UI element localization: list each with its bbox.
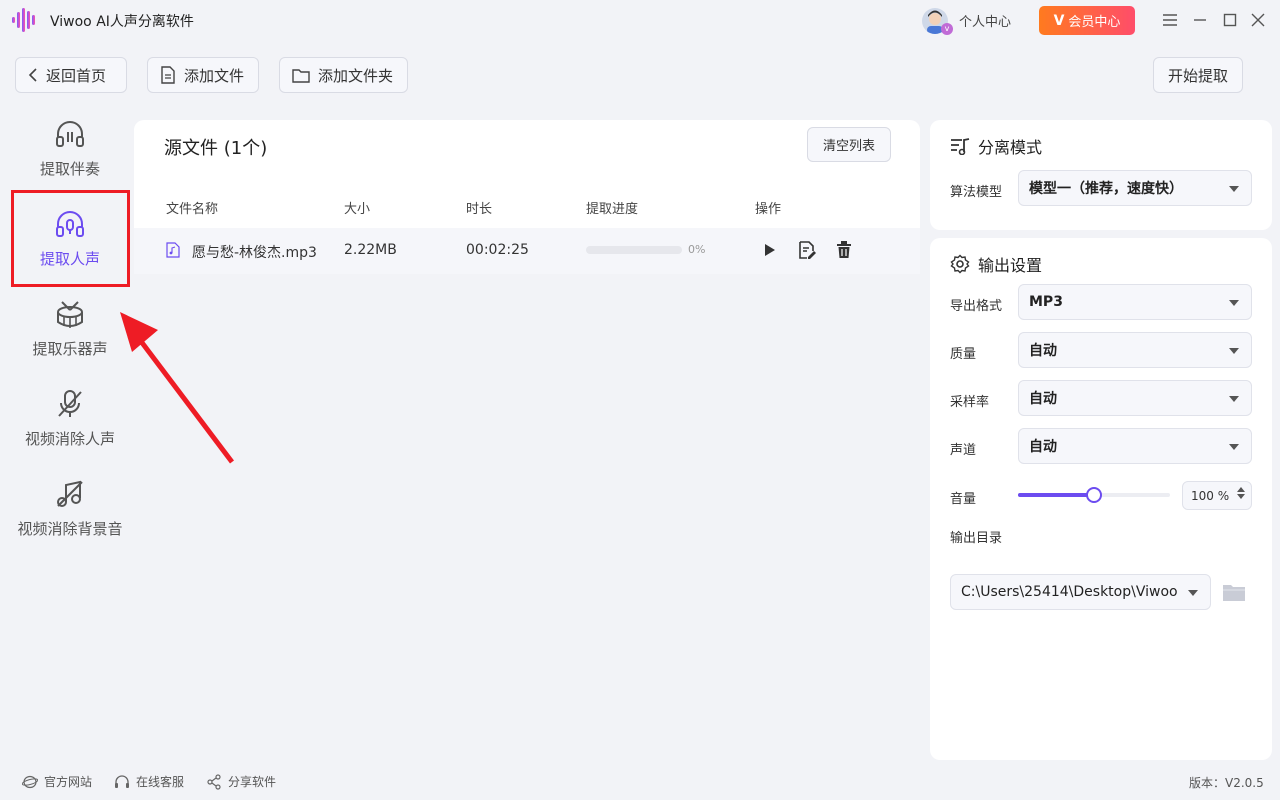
add-folder-button[interactable]: 添加文件夹 — [279, 57, 408, 93]
sidebar-item-label: 视频消除背景音 — [17, 520, 123, 538]
play-icon[interactable] — [760, 240, 780, 260]
column-name: 文件名称 — [166, 202, 219, 217]
chevron-left-icon — [28, 68, 37, 82]
delete-icon[interactable] — [834, 240, 854, 260]
channel-label: 声道 — [950, 443, 977, 458]
output-dir-select[interactable]: C:\Users\25414\Desktop\Viwoo — [950, 574, 1211, 610]
model-select[interactable]: 模型一（推荐，速度快） — [1018, 170, 1252, 206]
back-home-button[interactable]: 返回首页 — [15, 57, 127, 93]
column-progress: 提取进度 — [586, 202, 639, 217]
music-list-icon — [951, 138, 970, 155]
channel-select[interactable]: 自动 — [1018, 428, 1252, 464]
sidebar-item-label: 提取乐器声 — [32, 340, 108, 358]
file-duration: 00:02:25 — [466, 242, 529, 258]
edit-file-icon[interactable] — [797, 240, 817, 260]
official-website-label: 官方网站 — [44, 775, 93, 789]
separation-mode-title: 分离模式 — [950, 134, 1042, 158]
separation-mode-label: 分离模式 — [978, 138, 1043, 157]
column-duration: 时长 — [466, 202, 493, 217]
version-text: 版本：V2.0.5 — [1189, 776, 1264, 790]
sample-rate-select[interactable]: 自动 — [1018, 380, 1252, 416]
sidebar-item-video-remove-background[interactable]: 视频消除背景音 — [0, 472, 140, 562]
share-software-label: 分享软件 — [228, 775, 277, 789]
file-size: 2.22MB — [344, 242, 397, 258]
audio-file-icon — [166, 242, 180, 262]
online-support-label: 在线客服 — [136, 775, 185, 789]
quality-value: 自动 — [1029, 343, 1057, 359]
chevron-down-icon — [1229, 348, 1239, 354]
vip-v-icon: V — [1053, 12, 1065, 29]
sidebar-item-label: 视频消除人声 — [24, 430, 115, 448]
online-support-link[interactable]: 在线客服 — [114, 773, 184, 790]
model-label: 算法模型 — [950, 185, 1003, 200]
share-icon — [207, 773, 221, 790]
volume-value: 100 % — [1191, 488, 1230, 503]
format-select[interactable]: MP3 — [1018, 284, 1252, 320]
music-off-icon — [57, 480, 83, 507]
quality-select[interactable]: 自动 — [1018, 332, 1252, 368]
column-size: 大小 — [344, 202, 371, 217]
start-extract-label: 开始提取 — [1167, 66, 1228, 85]
mic-off-icon — [58, 390, 82, 417]
output-dir-label: 输出目录 — [950, 531, 1003, 546]
app-logo-icon — [10, 6, 40, 34]
add-file-label: 添加文件 — [184, 66, 245, 85]
maximize-icon[interactable] — [1220, 10, 1240, 30]
output-settings-label: 输出设置 — [978, 256, 1043, 275]
globe-icon — [22, 775, 38, 788]
chevron-down-icon — [1229, 396, 1239, 402]
annotation-arrow-icon — [120, 312, 234, 464]
add-folder-label: 添加文件夹 — [318, 66, 394, 85]
drum-icon — [57, 301, 83, 328]
back-home-label: 返回首页 — [46, 66, 107, 85]
format-label: 导出格式 — [950, 299, 1003, 314]
volume-stepper[interactable]: 100 % — [1182, 481, 1252, 510]
progress-bar — [586, 246, 682, 254]
user-center-link[interactable]: 个人中心 — [959, 11, 1011, 30]
sample-rate-value: 自动 — [1029, 391, 1057, 407]
volume-slider-fill — [1018, 493, 1094, 497]
chevron-down-icon — [1229, 300, 1239, 306]
headphones-icon — [56, 121, 84, 147]
chevron-down-icon — [1229, 444, 1239, 450]
sidebar-item-extract-accompaniment[interactable]: 提取伴奏 — [0, 112, 140, 202]
minimize-icon[interactable] — [1190, 10, 1210, 30]
close-icon[interactable] — [1248, 10, 1268, 30]
spinner-icon[interactable] — [1237, 487, 1245, 499]
column-actions: 操作 — [755, 202, 782, 217]
vip-center-label: 会员中心 — [1068, 15, 1121, 30]
chevron-down-icon — [1229, 186, 1239, 192]
volume-slider-thumb[interactable] — [1086, 487, 1102, 503]
file-name: 愿与愁-林俊杰.mp3 — [192, 245, 317, 261]
vip-badge: v — [941, 23, 953, 35]
menu-icon[interactable] — [1160, 10, 1180, 30]
chevron-down-icon — [1188, 590, 1198, 596]
output-settings-title: 输出设置 — [950, 252, 1042, 276]
share-software-link[interactable]: 分享软件 — [206, 773, 276, 790]
model-value: 模型一（推荐，速度快） — [1029, 181, 1183, 197]
progress-percent: 0% — [688, 243, 706, 256]
quality-label: 质量 — [950, 347, 977, 362]
highlight-box — [11, 190, 130, 287]
file-icon — [161, 66, 175, 84]
headset-icon — [115, 774, 129, 788]
channel-value: 自动 — [1029, 439, 1057, 455]
start-extract-button[interactable]: 开始提取 — [1153, 57, 1243, 93]
folder-icon — [292, 69, 310, 83]
volume-label: 音量 — [950, 492, 977, 507]
clear-list-button[interactable]: 清空列表 — [807, 127, 891, 162]
app-title: Viwoo AI人声分离软件 — [50, 14, 194, 30]
sample-rate-label: 采样率 — [950, 395, 990, 410]
add-file-button[interactable]: 添加文件 — [147, 57, 259, 93]
format-value: MP3 — [1029, 294, 1063, 310]
source-files-title: 源文件 (1个) — [164, 138, 268, 159]
output-dir-value: C:\Users\25414\Desktop\Viwoo — [961, 584, 1178, 600]
gear-icon — [950, 254, 970, 274]
official-website-link[interactable]: 官方网站 — [22, 773, 92, 790]
sidebar-item-label: 提取伴奏 — [39, 160, 100, 178]
vip-center-button[interactable]: V 会员中心 — [1039, 6, 1135, 35]
browse-folder-icon[interactable] — [1222, 582, 1246, 602]
